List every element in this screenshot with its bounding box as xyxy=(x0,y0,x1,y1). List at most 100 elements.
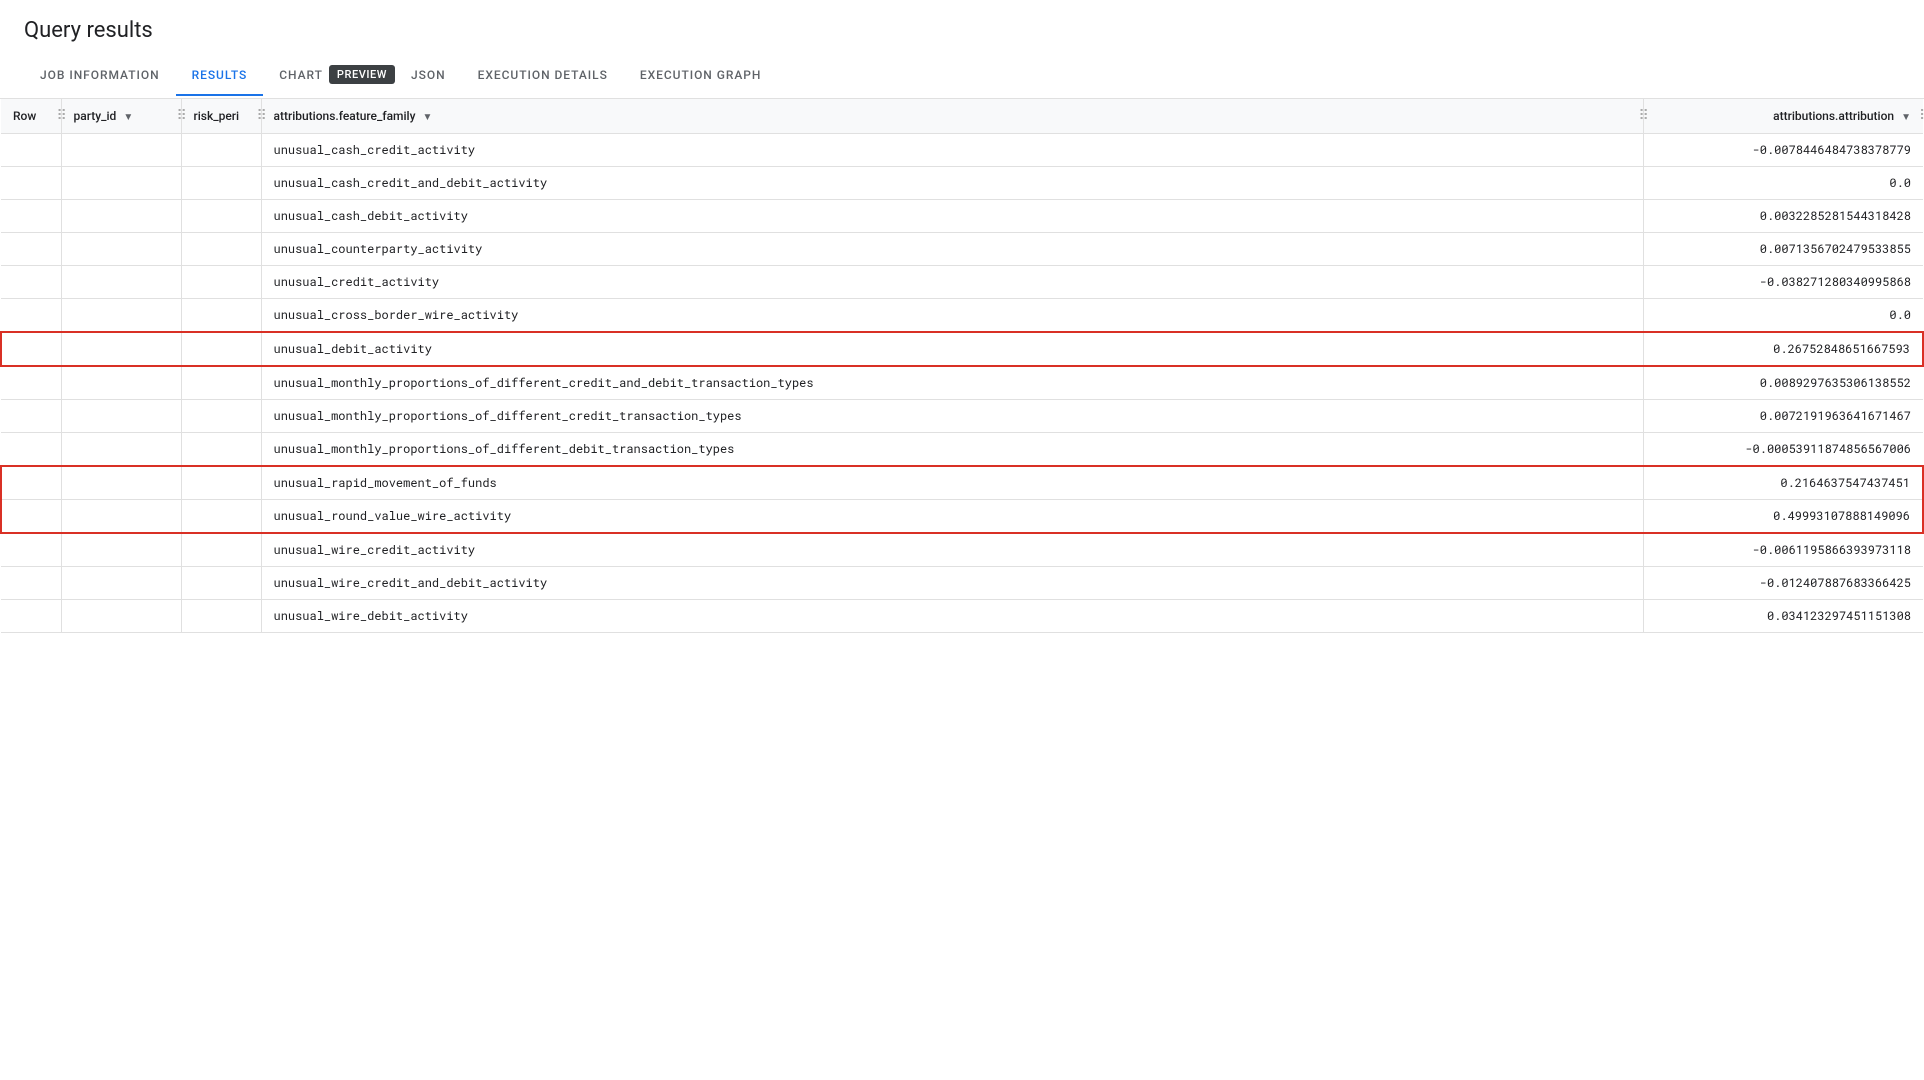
page-title: Query results xyxy=(0,0,1924,53)
cell-attribution: -0.012407887683366425 xyxy=(1643,567,1923,600)
cell-row-num xyxy=(1,500,61,534)
cell-feature-family: unusual_monthly_proportions_of_different… xyxy=(261,400,1643,433)
cell-feature-family: unusual_rapid_movement_of_funds xyxy=(261,466,1643,500)
table-row: unusual_monthly_proportions_of_different… xyxy=(1,400,1923,433)
cell-row-num xyxy=(1,167,61,200)
cell-attribution: -0.0061195866393973118 xyxy=(1643,533,1923,567)
cell-feature-family: unusual_wire_credit_activity xyxy=(261,533,1643,567)
cell-feature-family: unusual_cash_credit_activity xyxy=(261,134,1643,167)
resize-handle-risk[interactable]: ⠿ xyxy=(257,99,261,133)
cell-party-id xyxy=(61,600,181,633)
cell-feature-family: unusual_monthly_proportions_of_different… xyxy=(261,433,1643,467)
table-row: unusual_rapid_movement_of_funds0.2164637… xyxy=(1,466,1923,500)
table-row: unusual_round_value_wire_activity0.49993… xyxy=(1,500,1923,534)
table-row: unusual_cash_credit_activity-0.007844648… xyxy=(1,134,1923,167)
tab-json[interactable]: JSON xyxy=(395,56,462,96)
col-header-party-id: party_id ▼ ⠿ xyxy=(61,99,181,134)
cell-risk-peri xyxy=(181,466,261,500)
cell-feature-family: unusual_round_value_wire_activity xyxy=(261,500,1643,534)
cell-feature-family: unusual_debit_activity xyxy=(261,332,1643,366)
cell-feature-family: unusual_cash_debit_activity xyxy=(261,200,1643,233)
tab-job-information[interactable]: JOB INFORMATION xyxy=(24,56,176,96)
table-container: Row ⠿ party_id ▼ ⠿ risk_peri ⠿ attributi… xyxy=(0,99,1924,633)
sort-icon-attribution[interactable]: ▼ xyxy=(1901,112,1911,123)
sort-icon-party[interactable]: ▼ xyxy=(123,112,133,123)
cell-row-num xyxy=(1,366,61,400)
cell-risk-peri xyxy=(181,533,261,567)
cell-attribution: -0.038271280340995868 xyxy=(1643,266,1923,299)
tab-execution-graph[interactable]: EXECUTION GRAPH xyxy=(624,56,778,96)
tab-chart-preview[interactable]: CHART PREVIEW xyxy=(263,53,395,98)
cell-feature-family: unusual_wire_debit_activity xyxy=(261,600,1643,633)
cell-risk-peri xyxy=(181,567,261,600)
col-header-risk-peri: risk_peri ⠿ xyxy=(181,99,261,134)
cell-attribution: 0.2164637547437451 xyxy=(1643,466,1923,500)
table-header-row: Row ⠿ party_id ▼ ⠿ risk_peri ⠿ attributi… xyxy=(1,99,1923,134)
cell-attribution: 0.0072191963641671467 xyxy=(1643,400,1923,433)
cell-attribution: 0.49993107888149096 xyxy=(1643,500,1923,534)
table-row: unusual_debit_activity0.2675284865166759… xyxy=(1,332,1923,366)
cell-risk-peri xyxy=(181,266,261,299)
resize-handle-party[interactable]: ⠿ xyxy=(177,99,181,133)
cell-feature-family: unusual_monthly_proportions_of_different… xyxy=(261,366,1643,400)
cell-risk-peri xyxy=(181,400,261,433)
cell-risk-peri xyxy=(181,366,261,400)
resize-handle-row[interactable]: ⠿ xyxy=(57,99,61,133)
tabs-bar: JOB INFORMATION RESULTS CHART PREVIEW JS… xyxy=(0,53,1924,99)
table-row: unusual_credit_activity-0.03827128034099… xyxy=(1,266,1923,299)
cell-party-id xyxy=(61,233,181,266)
cell-risk-peri xyxy=(181,134,261,167)
cell-party-id xyxy=(61,433,181,467)
resize-handle-attribution[interactable]: ⠿ xyxy=(1919,99,1923,133)
cell-risk-peri xyxy=(181,233,261,266)
cell-attribution: 0.0071356702479533855 xyxy=(1643,233,1923,266)
cell-row-num xyxy=(1,400,61,433)
cell-risk-peri xyxy=(181,332,261,366)
cell-party-id xyxy=(61,500,181,534)
cell-feature-family: unusual_credit_activity xyxy=(261,266,1643,299)
tab-results[interactable]: RESULTS xyxy=(176,56,264,96)
cell-party-id xyxy=(61,299,181,333)
table-row: unusual_wire_credit_and_debit_activity-0… xyxy=(1,567,1923,600)
cell-party-id xyxy=(61,366,181,400)
cell-row-num xyxy=(1,266,61,299)
sort-icon-feature[interactable]: ▼ xyxy=(422,112,432,123)
col-header-feature-family: attributions.feature_family ▼ ⠿ xyxy=(261,99,1643,134)
cell-party-id xyxy=(61,134,181,167)
preview-badge: PREVIEW xyxy=(329,65,395,84)
tab-execution-details[interactable]: EXECUTION DETAILS xyxy=(462,56,624,96)
cell-attribution: 0.034123297451151308 xyxy=(1643,600,1923,633)
resize-handle-feature[interactable]: ⠿ xyxy=(1639,99,1643,133)
cell-row-num xyxy=(1,600,61,633)
cell-feature-family: unusual_wire_credit_and_debit_activity xyxy=(261,567,1643,600)
table-row: unusual_wire_credit_activity-0.006119586… xyxy=(1,533,1923,567)
cell-row-num xyxy=(1,200,61,233)
cell-attribution: 0.0 xyxy=(1643,299,1923,333)
cell-party-id xyxy=(61,567,181,600)
cell-row-num xyxy=(1,299,61,333)
cell-feature-family: unusual_cross_border_wire_activity xyxy=(261,299,1643,333)
cell-party-id xyxy=(61,266,181,299)
cell-risk-peri xyxy=(181,200,261,233)
cell-risk-peri xyxy=(181,600,261,633)
cell-attribution: 0.26752848651667593 xyxy=(1643,332,1923,366)
cell-row-num xyxy=(1,433,61,467)
cell-risk-peri xyxy=(181,167,261,200)
cell-party-id xyxy=(61,200,181,233)
cell-risk-peri xyxy=(181,299,261,333)
cell-attribution: -0.00053911874856567006 xyxy=(1643,433,1923,467)
col-header-row: Row ⠿ xyxy=(1,99,61,134)
table-row: unusual_monthly_proportions_of_different… xyxy=(1,433,1923,467)
table-body: unusual_cash_credit_activity-0.007844648… xyxy=(1,134,1923,633)
cell-feature-family: unusual_counterparty_activity xyxy=(261,233,1643,266)
cell-party-id xyxy=(61,466,181,500)
cell-party-id xyxy=(61,533,181,567)
cell-attribution: 0.0 xyxy=(1643,167,1923,200)
cell-risk-peri xyxy=(181,433,261,467)
chart-tab-label: CHART xyxy=(279,68,323,82)
table-row: unusual_wire_debit_activity0.03412329745… xyxy=(1,600,1923,633)
cell-attribution: -0.0078446484738378779 xyxy=(1643,134,1923,167)
cell-feature-family: unusual_cash_credit_and_debit_activity xyxy=(261,167,1643,200)
table-row: unusual_cash_debit_activity0.00322852815… xyxy=(1,200,1923,233)
cell-row-num xyxy=(1,332,61,366)
